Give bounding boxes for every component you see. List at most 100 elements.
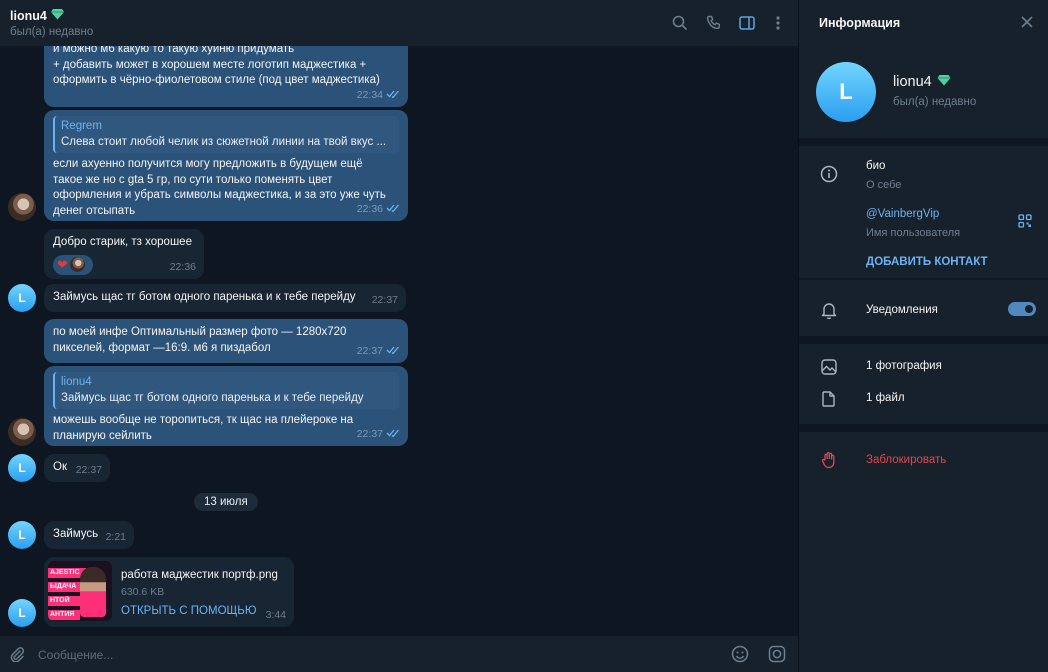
- message-time: 22:37: [371, 293, 398, 306]
- read-checks-icon: [386, 427, 400, 443]
- section-divider: [799, 138, 1048, 146]
- message-time: 22:34: [356, 88, 383, 101]
- open-with-link[interactable]: ОТКРЫТЬ С ПОМОЩЬЮ: [121, 604, 256, 620]
- attach-icon[interactable]: [7, 644, 27, 664]
- message-time: 2:21: [105, 530, 126, 543]
- reply-text: Слева стоит любой челик из сюжетной лини…: [61, 135, 387, 148]
- more-icon[interactable]: [768, 13, 788, 33]
- message-bubble[interactable]: Regrem Слева стоит любой челик из сюжетн…: [44, 110, 408, 221]
- message-meta: 2:21: [106, 530, 126, 546]
- sender-avatar[interactable]: [8, 193, 36, 221]
- search-icon[interactable]: [670, 13, 690, 33]
- message-time: 22:37: [75, 463, 102, 476]
- chat-pane: lionu4 был(а) недавно и можно м6 какую т…: [0, 0, 798, 672]
- premium-gem-icon: [937, 74, 951, 90]
- bell-icon: [819, 300, 839, 320]
- video-message-icon[interactable]: [767, 644, 787, 664]
- message-meta: 22:37: [357, 344, 400, 360]
- file-size: 630.6 KB: [121, 586, 165, 598]
- bio-value[interactable]: био: [866, 160, 885, 172]
- message-bubble[interactable]: Добро старик, тз хорошее ❤ 22:36: [44, 229, 204, 279]
- close-icon[interactable]: [1018, 13, 1036, 31]
- message-list[interactable]: и можно м6 какую то такую хуйню придумат…: [0, 46, 798, 636]
- message-bubble[interactable]: Займусь 2:21: [44, 521, 134, 549]
- reply-text: Займусь щас тг ботом одного паренька и к…: [61, 391, 364, 404]
- file-name: работа маджестик портф.png: [121, 569, 278, 581]
- message-meta: 22:37: [372, 293, 398, 309]
- message-time: 22:36: [356, 202, 383, 215]
- emoji-icon[interactable]: [730, 644, 750, 664]
- message-meta: 22:37: [76, 463, 102, 479]
- message-meta: 22:37: [357, 427, 400, 443]
- message-text: Добро старик, тз хорошее: [53, 236, 192, 248]
- toggle-knob: [1023, 303, 1035, 315]
- thumb-text: АНТИЯ: [48, 610, 80, 620]
- read-checks-icon: [386, 88, 400, 104]
- message-bubble[interactable]: и можно м6 какую то такую хуйню придумат…: [44, 46, 408, 107]
- message-text: Займусь щас тг ботом одного паренька и к…: [53, 291, 356, 303]
- message-meta: 3:44: [266, 608, 286, 624]
- message-meta: 22:34: [357, 88, 400, 104]
- photos-count[interactable]: 1 фотография: [866, 360, 942, 372]
- bio-label: О себе: [866, 179, 902, 191]
- message-time: 22:37: [356, 344, 383, 357]
- sender-avatar[interactable]: L: [8, 454, 36, 482]
- message-text: и можно м6 какую то такую хуйню придумат…: [53, 46, 380, 86]
- file-message[interactable]: AJESTIC ЫДАЧА НТОЙ АНТИЯ работа маджести…: [44, 557, 294, 627]
- section-divider: [799, 336, 1048, 344]
- message-meta: 22:36: [357, 202, 400, 218]
- message-bubble[interactable]: lionu4 Займусь щас тг ботом одного парен…: [44, 366, 408, 446]
- profile-avatar[interactable]: L: [816, 62, 876, 122]
- message-bubble[interactable]: Ок 22:37: [44, 454, 110, 482]
- chat-title[interactable]: lionu4: [10, 8, 64, 23]
- profile-name-text: lionu4: [893, 74, 932, 90]
- notifications-toggle[interactable]: [1008, 302, 1036, 316]
- section-divider: [799, 424, 1048, 432]
- message-time: 3:44: [265, 608, 286, 621]
- message-text: можешь вообще не торопиться, тк щас на п…: [53, 414, 354, 442]
- info-title: Информация: [819, 16, 901, 30]
- block-button[interactable]: Заблокировать: [866, 454, 946, 466]
- photo-icon: [819, 357, 839, 377]
- section-divider: [799, 278, 1048, 280]
- reactor-avatar: [69, 257, 85, 272]
- files-count[interactable]: 1 файл: [866, 392, 905, 404]
- username-link[interactable]: @VainbergVip: [866, 208, 939, 220]
- sender-avatar[interactable]: L: [8, 284, 36, 312]
- message-meta: 22:36: [170, 260, 196, 276]
- message-reactions[interactable]: ❤: [53, 254, 93, 275]
- file-icon: [819, 389, 839, 409]
- sidebar-toggle-icon[interactable]: [737, 13, 757, 33]
- chat-name[interactable]: lionu4: [10, 9, 47, 23]
- message-text: по моей инфе Оптимальный размер фото — 1…: [53, 326, 347, 354]
- sender-avatar[interactable]: L: [8, 521, 36, 549]
- read-checks-icon: [386, 202, 400, 218]
- phone-icon[interactable]: [704, 13, 724, 33]
- sender-avatar[interactable]: L: [8, 599, 36, 627]
- message-time: 22:37: [356, 427, 383, 440]
- qr-code-icon[interactable]: [1018, 214, 1032, 231]
- thumb-figure: [80, 567, 106, 617]
- profile-status: был(а) недавно: [893, 96, 977, 108]
- message-bubble[interactable]: по моей инфе Оптимальный размер фото — 1…: [44, 319, 408, 363]
- date-separator[interactable]: 13 июля: [194, 493, 258, 511]
- message-composer: [0, 636, 798, 672]
- profile-name: lionu4: [893, 74, 951, 90]
- info-panel: Информация L lionu4 был(а) недавно био О…: [798, 0, 1048, 672]
- message-text: если ахуенно получится могу предложить в…: [53, 158, 386, 217]
- sender-avatar[interactable]: [8, 418, 36, 446]
- block-hand-icon: [819, 450, 839, 470]
- thumb-text: ЫДАЧА: [48, 582, 82, 592]
- chat-header: lionu4 был(а) недавно: [0, 0, 798, 46]
- read-checks-icon: [386, 344, 400, 360]
- add-contact-button[interactable]: ДОБАВИТЬ КОНТАКТ: [866, 256, 988, 268]
- message-bubble[interactable]: Займусь щас тг ботом одного паренька и к…: [44, 284, 406, 312]
- message-input[interactable]: [38, 646, 698, 664]
- reply-quote[interactable]: lionu4 Займусь щас тг ботом одного парен…: [53, 372, 399, 409]
- reply-author: Regrem: [61, 120, 102, 132]
- reply-quote[interactable]: Regrem Слева стоит любой челик из сюжетн…: [53, 116, 399, 153]
- chat-status: был(а) недавно: [10, 26, 94, 38]
- message-time: 22:36: [169, 260, 196, 273]
- reply-author: lionu4: [61, 376, 92, 388]
- file-thumbnail[interactable]: AJESTIC ЫДАЧА НТОЙ АНТИЯ: [48, 561, 112, 621]
